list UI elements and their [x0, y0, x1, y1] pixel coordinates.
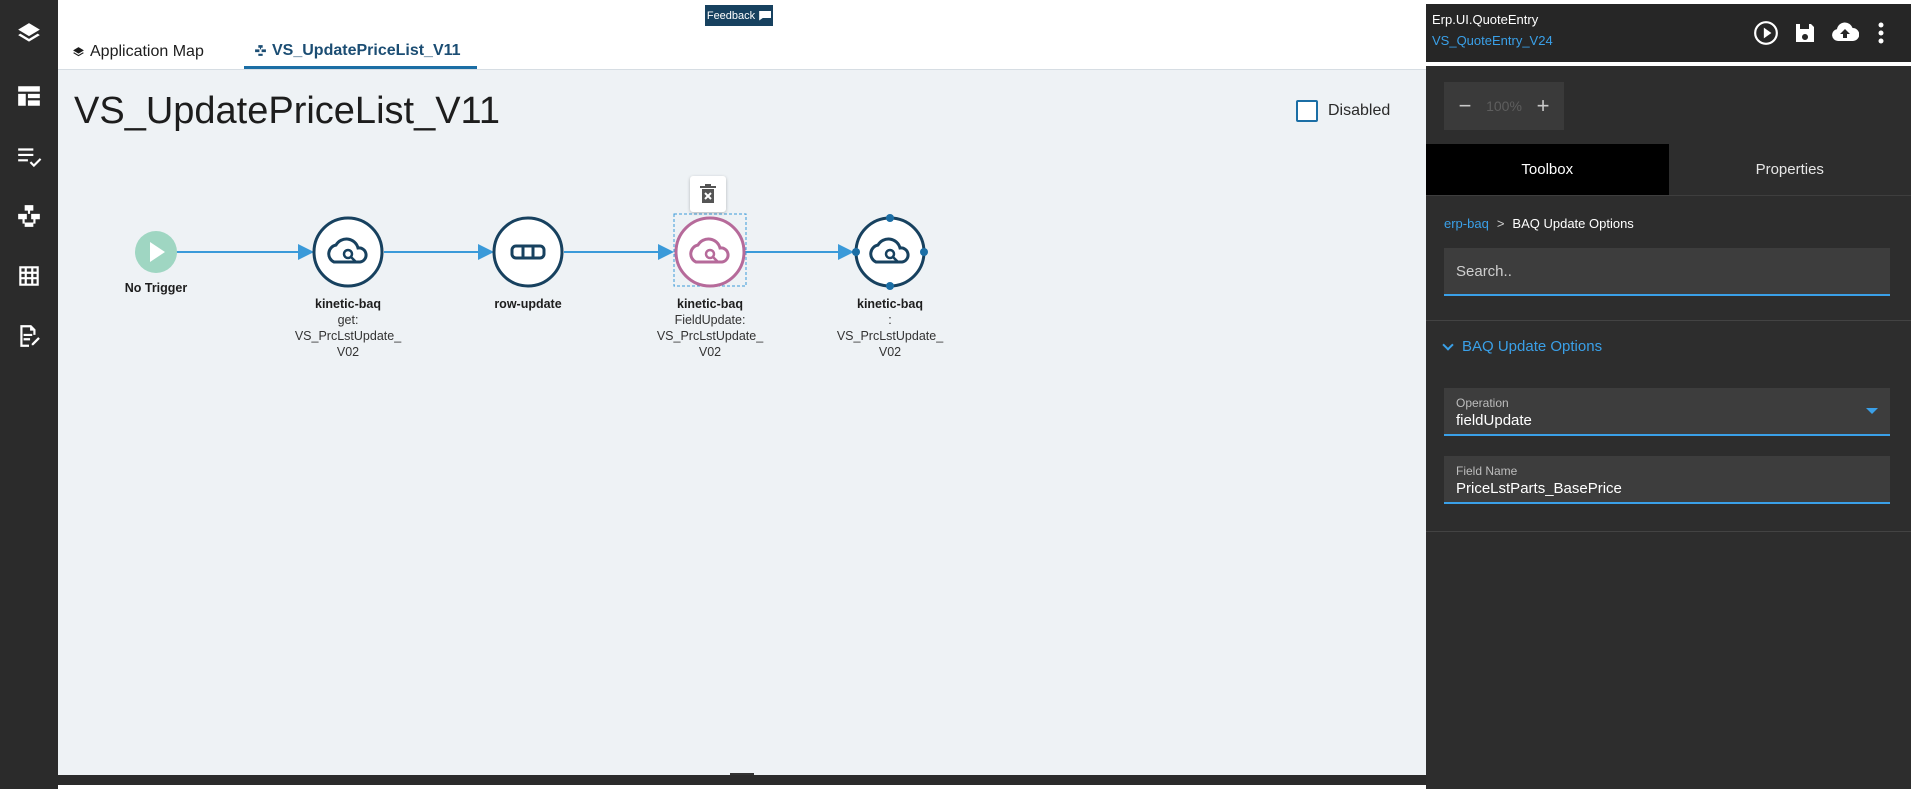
- app-name: Erp.UI.QuoteEntry: [1432, 12, 1539, 27]
- app-root: Feedback Application Map VS_UpdatePriceL…: [0, 0, 1911, 789]
- node-baq-fieldupdate[interactable]: [673, 213, 747, 288]
- save-icon: [1796, 24, 1814, 42]
- grid-icon[interactable]: [13, 260, 45, 292]
- node-baq-last[interactable]: [852, 214, 928, 290]
- feedback-button[interactable]: Feedback: [705, 5, 773, 26]
- node-trigger[interactable]: [135, 231, 177, 273]
- zoom-in-button[interactable]: +: [1532, 93, 1554, 119]
- main-area: Feedback Application Map VS_UpdatePriceL…: [58, 4, 1426, 785]
- breadcrumb-current: BAQ Update Options: [1512, 216, 1634, 231]
- upload-button[interactable]: [1830, 18, 1860, 48]
- node-row-update[interactable]: [492, 216, 564, 288]
- node-label-row-update: row-update: [494, 297, 562, 311]
- checklist-icon[interactable]: [13, 140, 45, 172]
- caret-down-icon: [1866, 408, 1878, 414]
- field-label: Field Name: [1456, 464, 1518, 478]
- field-value: PriceLstParts_BasePrice: [1456, 480, 1622, 497]
- right-panel: Erp.UI.QuoteEntry VS_QuoteEntry_V24 − 10…: [1426, 4, 1911, 789]
- search-input[interactable]: [1444, 248, 1890, 296]
- tab-label: Application Map: [90, 43, 204, 60]
- divider: [1426, 320, 1911, 321]
- divider: [1426, 531, 1911, 532]
- delete-node-button[interactable]: [690, 176, 726, 212]
- node-label-trigger: No Trigger: [124, 281, 188, 295]
- play-button[interactable]: [1751, 18, 1781, 48]
- more-icon: [1878, 22, 1884, 44]
- workflow-icon: [255, 45, 266, 56]
- operation-select[interactable]: Operation fieldUpdate: [1444, 388, 1890, 436]
- left-rail: [0, 0, 58, 789]
- layers-icon: [73, 46, 84, 56]
- upload-icon: [1832, 22, 1859, 41]
- section-title: BAQ Update Options: [1462, 338, 1603, 355]
- tab-toolbox[interactable]: Toolbox: [1426, 144, 1669, 195]
- node-label-baq-get: kinetic-baq get: VS_PrcLstUpdate_ V02: [294, 297, 402, 359]
- node-baq-get[interactable]: [312, 216, 384, 288]
- breadcrumb-separator: >: [1496, 216, 1505, 231]
- breadcrumb: erp-baq > BAQ Update Options: [1444, 216, 1634, 231]
- edit-doc-icon[interactable]: [13, 320, 45, 352]
- trash-icon: [700, 184, 716, 203]
- zoom-value: 100%: [1486, 98, 1522, 114]
- play-icon: [1754, 21, 1778, 45]
- bottom-strip: [58, 775, 1426, 785]
- tab-event-flow[interactable]: VS_UpdatePriceList_V11: [244, 35, 477, 69]
- tab-application-map[interactable]: Application Map: [72, 37, 204, 67]
- view-name[interactable]: VS_QuoteEntry_V24: [1432, 33, 1553, 48]
- field-name-input[interactable]: Field Name PriceLstParts_BasePrice: [1444, 456, 1890, 504]
- workflow-icon[interactable]: [13, 200, 45, 232]
- field-value: fieldUpdate: [1456, 412, 1532, 429]
- connect-handle: [852, 248, 860, 256]
- feedback-label: Feedback: [706, 9, 756, 22]
- panel-tabs: Toolbox Properties: [1426, 144, 1911, 196]
- zoom-control: − 100% +: [1444, 82, 1564, 130]
- section-header-baq-update-options[interactable]: BAQ Update Options: [1442, 338, 1603, 355]
- panel-header: Erp.UI.QuoteEntry VS_QuoteEntry_V24: [1426, 4, 1911, 66]
- tab-properties[interactable]: Properties: [1669, 144, 1911, 195]
- save-button[interactable]: [1790, 18, 1820, 48]
- chevron-down-icon: [1442, 338, 1454, 351]
- field-label: Operation: [1456, 396, 1509, 410]
- connect-handle: [920, 248, 928, 256]
- zoom-out-button[interactable]: −: [1454, 93, 1476, 119]
- breadcrumb-link[interactable]: erp-baq: [1444, 216, 1489, 231]
- node-label-baq-last: kinetic-baq : VS_PrcLstUpdate_ V02: [836, 297, 944, 359]
- layers-icon[interactable]: [13, 18, 45, 50]
- top-bar: Feedback Application Map VS_UpdatePriceL…: [58, 4, 1426, 70]
- flow-canvas[interactable]: VS_UpdatePriceList_V11 Disabled No Trigg…: [58, 70, 1426, 775]
- more-button[interactable]: [1872, 18, 1890, 48]
- connect-handle: [886, 282, 894, 290]
- connect-handle: [886, 214, 894, 222]
- tab-label: VS_UpdatePriceList_V11: [272, 41, 461, 59]
- flow-diagram: [135, 213, 928, 290]
- layout-icon[interactable]: [13, 80, 45, 112]
- node-label-baq-fieldupdate: kinetic-baq FieldUpdate: VS_PrcLstUpdate…: [656, 297, 764, 359]
- comment-icon: [759, 10, 772, 21]
